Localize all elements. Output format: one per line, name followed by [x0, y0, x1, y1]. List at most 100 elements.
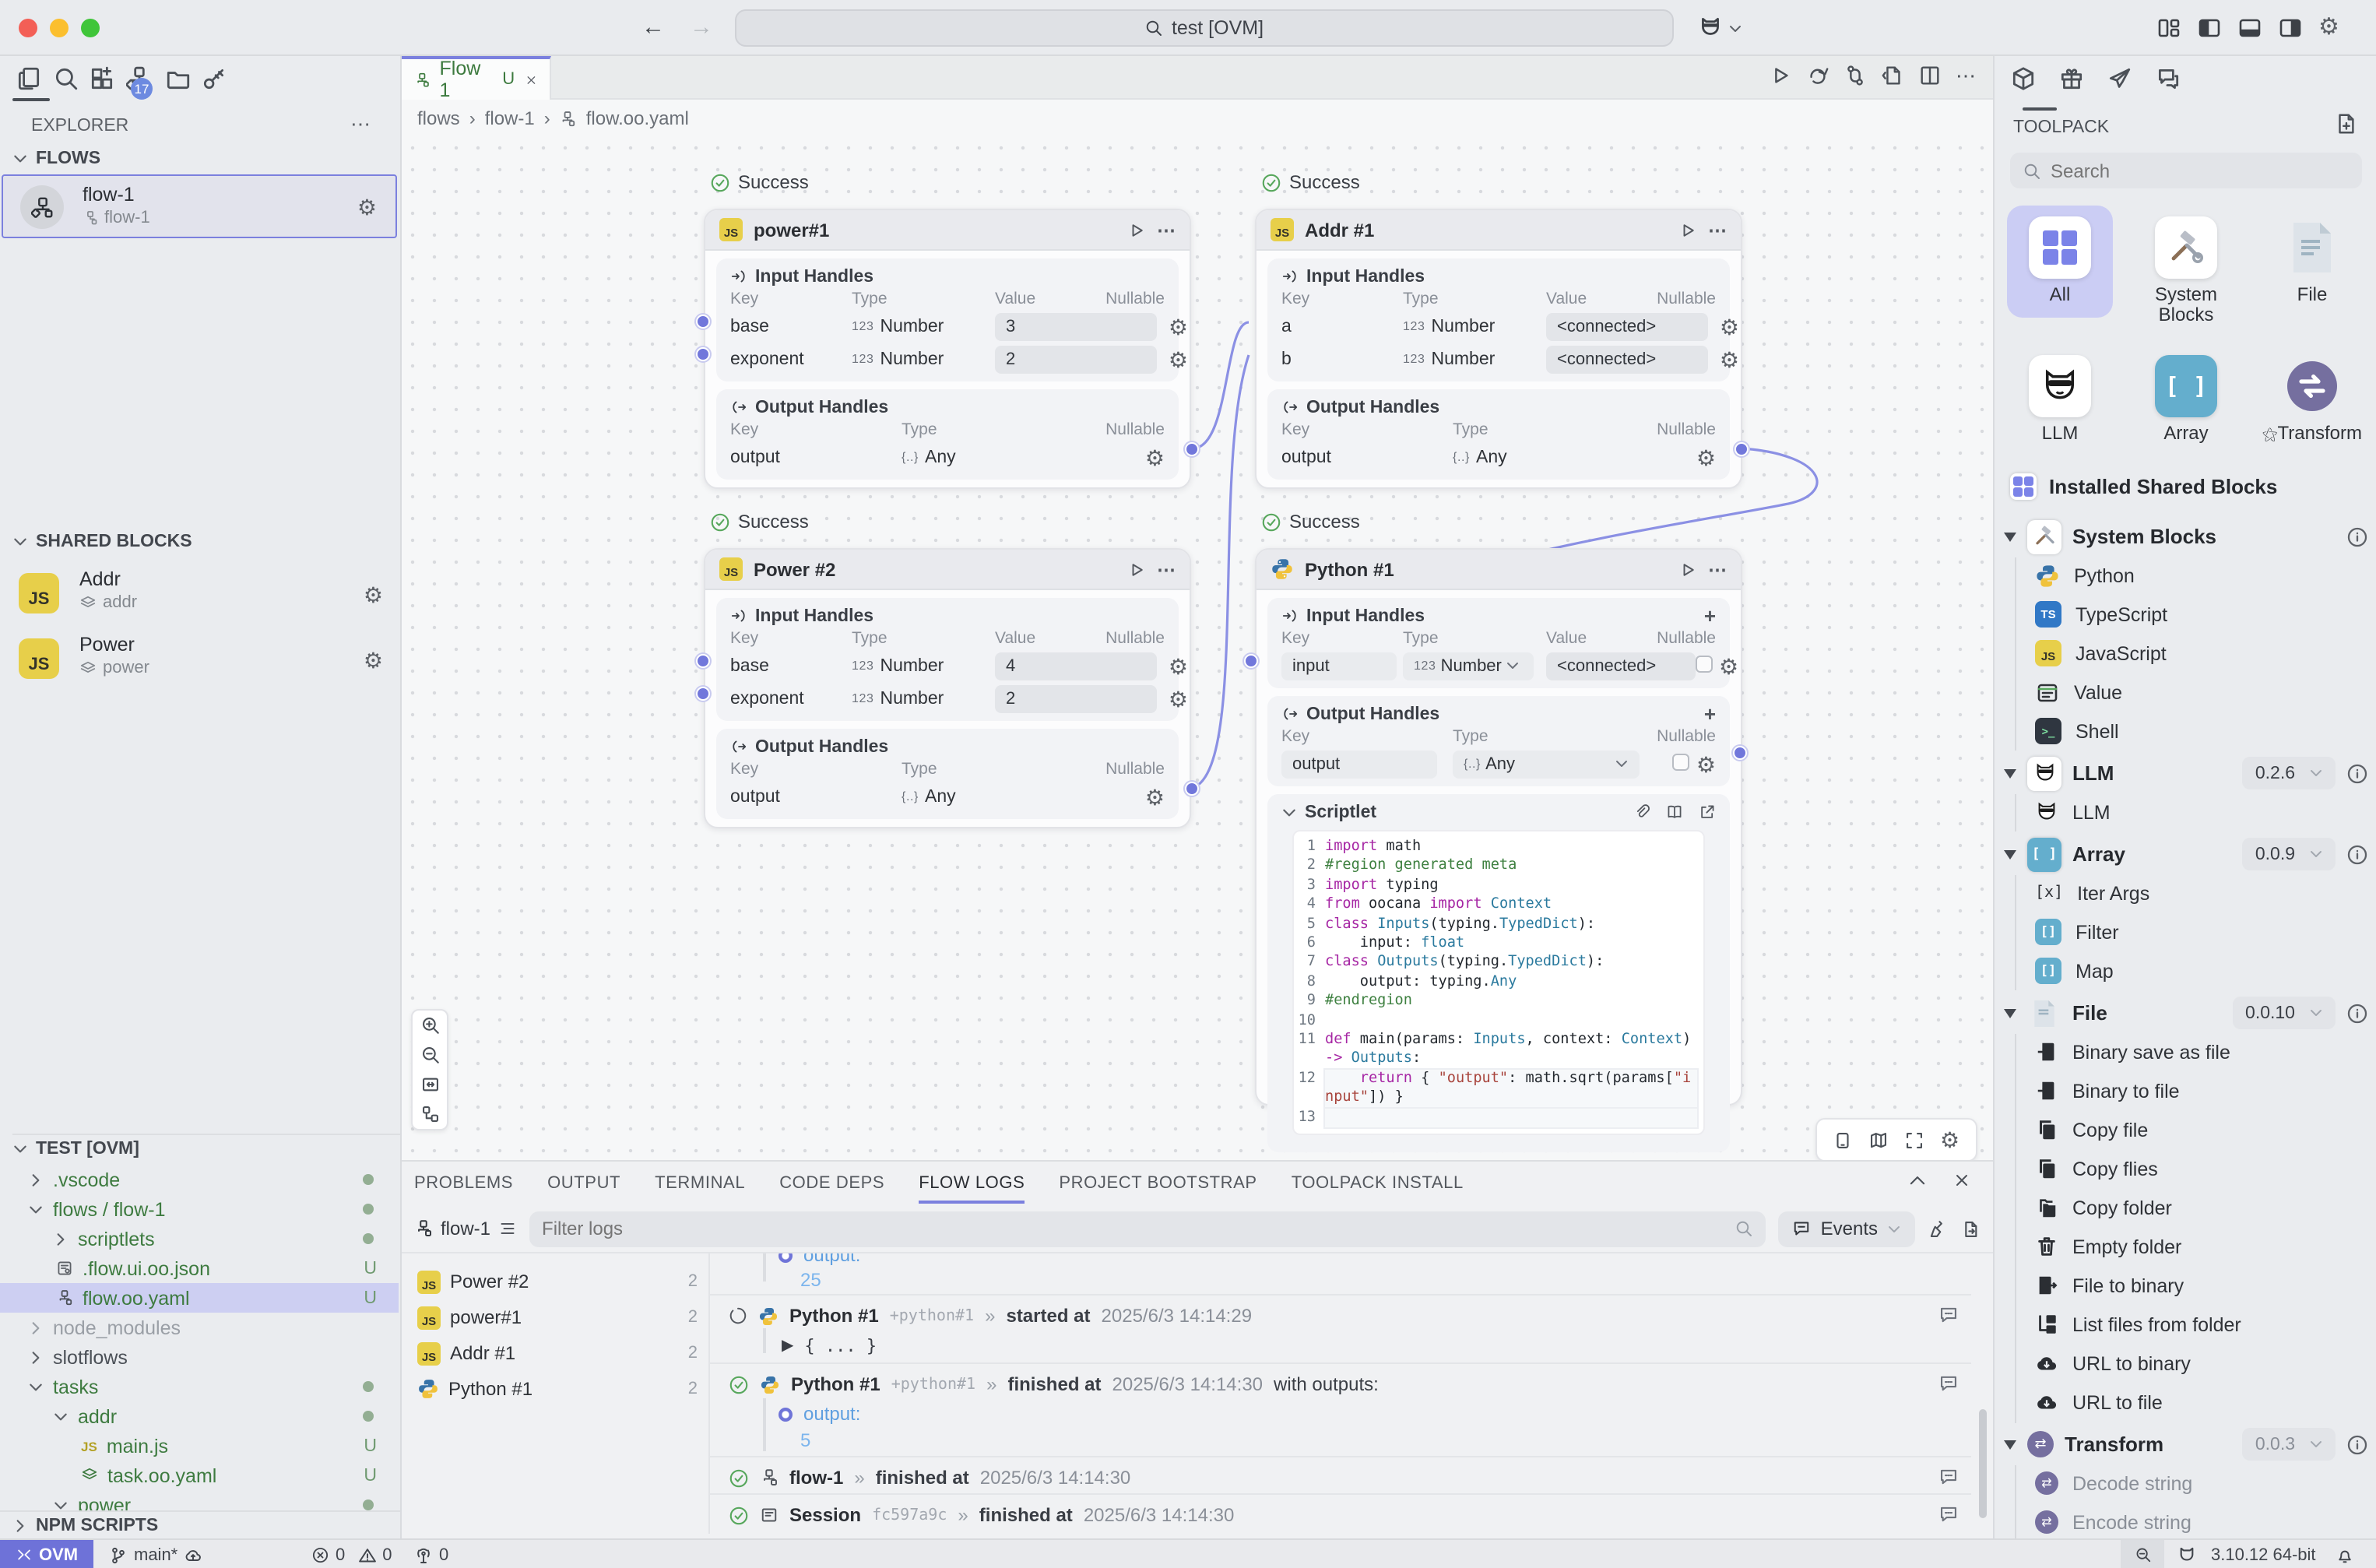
split-editor-icon[interactable]: [1918, 64, 1942, 87]
log-output-block[interactable]: output:: [779, 1403, 1993, 1425]
tree-item-scriptlets[interactable]: scriptlets: [0, 1224, 399, 1253]
log-node-addr1[interactable]: JSAddr #12: [417, 1338, 698, 1369]
key-icon[interactable]: [201, 65, 227, 92]
toggle-secondary-sidebar-icon[interactable]: [2278, 16, 2303, 40]
tab-code-deps[interactable]: CODE DEPS: [779, 1173, 884, 1192]
python-runtime-status[interactable]: 3.10.12 64-bit: [2211, 1540, 2316, 1568]
handle-dot[interactable]: [696, 654, 710, 668]
log-entries[interactable]: output: 25 Python #1+python#1»started at…: [708, 1252, 1993, 1534]
block-item-copy-folder[interactable]: Copy folder: [2035, 1188, 2362, 1227]
run-node-icon[interactable]: [1678, 560, 1697, 578]
handle-dot[interactable]: [696, 315, 710, 329]
shared-block-item-power[interactable]: JS Power power ⚙: [0, 632, 402, 691]
value-field[interactable]: 3: [995, 312, 1157, 340]
shared-block-item-addr[interactable]: JS Addr addr ⚙: [0, 567, 402, 626]
layout-customize-icon[interactable]: [2156, 16, 2181, 40]
minimize-window-button[interactable]: [50, 19, 69, 37]
fullscreen-icon[interactable]: [1904, 1130, 1924, 1150]
input-row-input[interactable]: input 123 Number <connected> ⚙: [1281, 649, 1716, 682]
output-row[interactable]: output {..} Any ⚙: [1281, 747, 1716, 780]
ports-status[interactable]: 0: [414, 1540, 448, 1568]
toolpack-search-input[interactable]: [2051, 160, 2350, 181]
log-entry-finished[interactable]: Python #1+python#1»finished at2025/6/3 1…: [729, 1373, 1993, 1395]
add-input-handle-icon[interactable]: +: [1704, 604, 1716, 628]
graph-icon[interactable]: [1844, 64, 1867, 87]
section-transform[interactable]: ⇄ Transform 0.0.3: [2004, 1425, 2368, 1464]
notifications-bell[interactable]: [2336, 1540, 2354, 1568]
log-expand-row[interactable]: ▶{ ... }: [782, 1336, 1993, 1356]
section-system-blocks[interactable]: System Blocks: [2004, 517, 2368, 556]
maximize-window-button[interactable]: [81, 19, 100, 37]
node-more-icon[interactable]: ⋯: [1157, 219, 1176, 241]
block-item-python[interactable]: Python: [2035, 556, 2362, 595]
shared-blocks-section-header[interactable]: SHARED BLOCKS: [12, 533, 192, 551]
close-window-button[interactable]: [19, 19, 37, 37]
handle-gear-icon[interactable]: ⚙: [1134, 446, 1165, 468]
output-row[interactable]: output{..}Any⚙: [730, 441, 1165, 473]
tab-output[interactable]: OUTPUT: [547, 1173, 620, 1192]
transform-version-select[interactable]: 0.0.3: [2243, 1428, 2336, 1461]
log-entry-session-finished[interactable]: Sessionfc597a9c»finished at2025/6/3 14:1…: [729, 1504, 1993, 1526]
input-row-base[interactable]: base123Number4⚙: [730, 649, 1165, 682]
llm-status[interactable]: [2177, 1540, 2197, 1568]
tree-item-task-oo-yaml[interactable]: task.oo.yamlU: [0, 1461, 399, 1490]
comment-icon[interactable]: [1938, 1305, 1959, 1325]
card-view-icon[interactable]: [1833, 1130, 1853, 1150]
code-line[interactable]: 2#region generated meta: [1294, 857, 1697, 877]
breadcrumb-file[interactable]: flow.oo.yaml: [586, 107, 689, 129]
toggle-primary-sidebar-icon[interactable]: [2197, 16, 2222, 40]
canvas-settings-gear-icon[interactable]: ⚙: [1940, 1129, 1959, 1151]
events-filter-select[interactable]: Events: [1779, 1211, 1915, 1246]
tile-transform[interactable]: ⚝Transform: [2259, 355, 2365, 445]
handle-dot[interactable]: [1733, 746, 1747, 760]
code-line[interactable]: 9#endregion: [1294, 993, 1697, 1012]
key-field[interactable]: input: [1281, 652, 1397, 680]
tile-all[interactable]: All: [2007, 206, 2113, 318]
block-item-url-to-binary[interactable]: URL to binary: [2035, 1344, 2362, 1383]
log-node-power1[interactable]: JSpower#12: [417, 1302, 698, 1333]
tile-array[interactable]: [ ] Array: [2133, 355, 2239, 444]
block-item-copy-flies[interactable]: Copy flies: [2035, 1149, 2362, 1188]
handle-gear-icon[interactable]: ⚙: [1157, 315, 1188, 337]
send-rocket-icon[interactable]: [2107, 65, 2133, 92]
minimap-icon[interactable]: [1868, 1130, 1889, 1150]
handle-gear-icon[interactable]: ⚙: [1708, 315, 1739, 337]
command-center-search[interactable]: test [OVM]: [735, 9, 1674, 47]
npm-scripts-header[interactable]: NPM SCRIPTS: [0, 1510, 400, 1540]
section-llm[interactable]: LLM 0.2.6: [2004, 754, 2368, 793]
output-row[interactable]: output{..}Any⚙: [730, 780, 1165, 813]
more-actions-icon[interactable]: ⋯: [1956, 64, 1977, 89]
node-header[interactable]: JS Power #2 ⋯: [705, 550, 1190, 590]
zoom-in-icon[interactable]: [420, 1015, 440, 1035]
value-field[interactable]: 2: [995, 345, 1157, 373]
block-item-map[interactable]: []Map: [2035, 951, 2362, 990]
comment-icon[interactable]: [1938, 1467, 1959, 1487]
chevron-down-icon[interactable]: [1281, 804, 1297, 820]
code-line[interactable]: 6 input: float: [1294, 934, 1697, 954]
handle-gear-icon[interactable]: ⚙: [1157, 348, 1188, 370]
node-more-icon[interactable]: ⋯: [1157, 558, 1176, 580]
scriptlet-code[interactable]: 1import math2#region generated meta3impo…: [1292, 830, 1705, 1135]
zoom-status[interactable]: [2121, 1540, 2164, 1568]
node-more-icon[interactable]: ⋯: [1708, 219, 1727, 241]
log-entry-flow-finished[interactable]: flow-1»finished at2025/6/3 14:14:30: [729, 1467, 1993, 1489]
info-icon[interactable]: [2346, 526, 2368, 547]
handle-dot[interactable]: [696, 347, 710, 361]
extensions-icon[interactable]: [89, 65, 115, 92]
log-scrollbar[interactable]: [1979, 1409, 1987, 1518]
node-power1[interactable]: JS power#1 ⋯ Input Handles KeyTypeValueN…: [704, 209, 1191, 489]
tab-toolpack-install[interactable]: TOOLPACK INSTALL: [1292, 1173, 1464, 1192]
code-line[interactable]: 1import math: [1294, 838, 1697, 857]
chat-icon[interactable]: [2155, 65, 2181, 92]
zoom-out-icon[interactable]: [420, 1045, 440, 1065]
node-header[interactable]: JS power#1 ⋯: [705, 210, 1190, 251]
docs-icon[interactable]: [1666, 803, 1683, 821]
tab-flow-1[interactable]: Flow 1 U: [402, 56, 551, 100]
explorer-files-icon[interactable]: [16, 65, 42, 92]
type-select[interactable]: {..} Any: [1453, 750, 1640, 778]
node-addr1[interactable]: JS Addr #1 ⋯ Input Handles KeyTypeValueN…: [1255, 209, 1742, 489]
maximize-panel-icon[interactable]: [1907, 1171, 1928, 1191]
block-item-value[interactable]: Value: [2035, 673, 2362, 712]
handle-gear-icon[interactable]: ⚙: [1157, 687, 1188, 709]
git-branch-status[interactable]: main*: [109, 1540, 202, 1568]
